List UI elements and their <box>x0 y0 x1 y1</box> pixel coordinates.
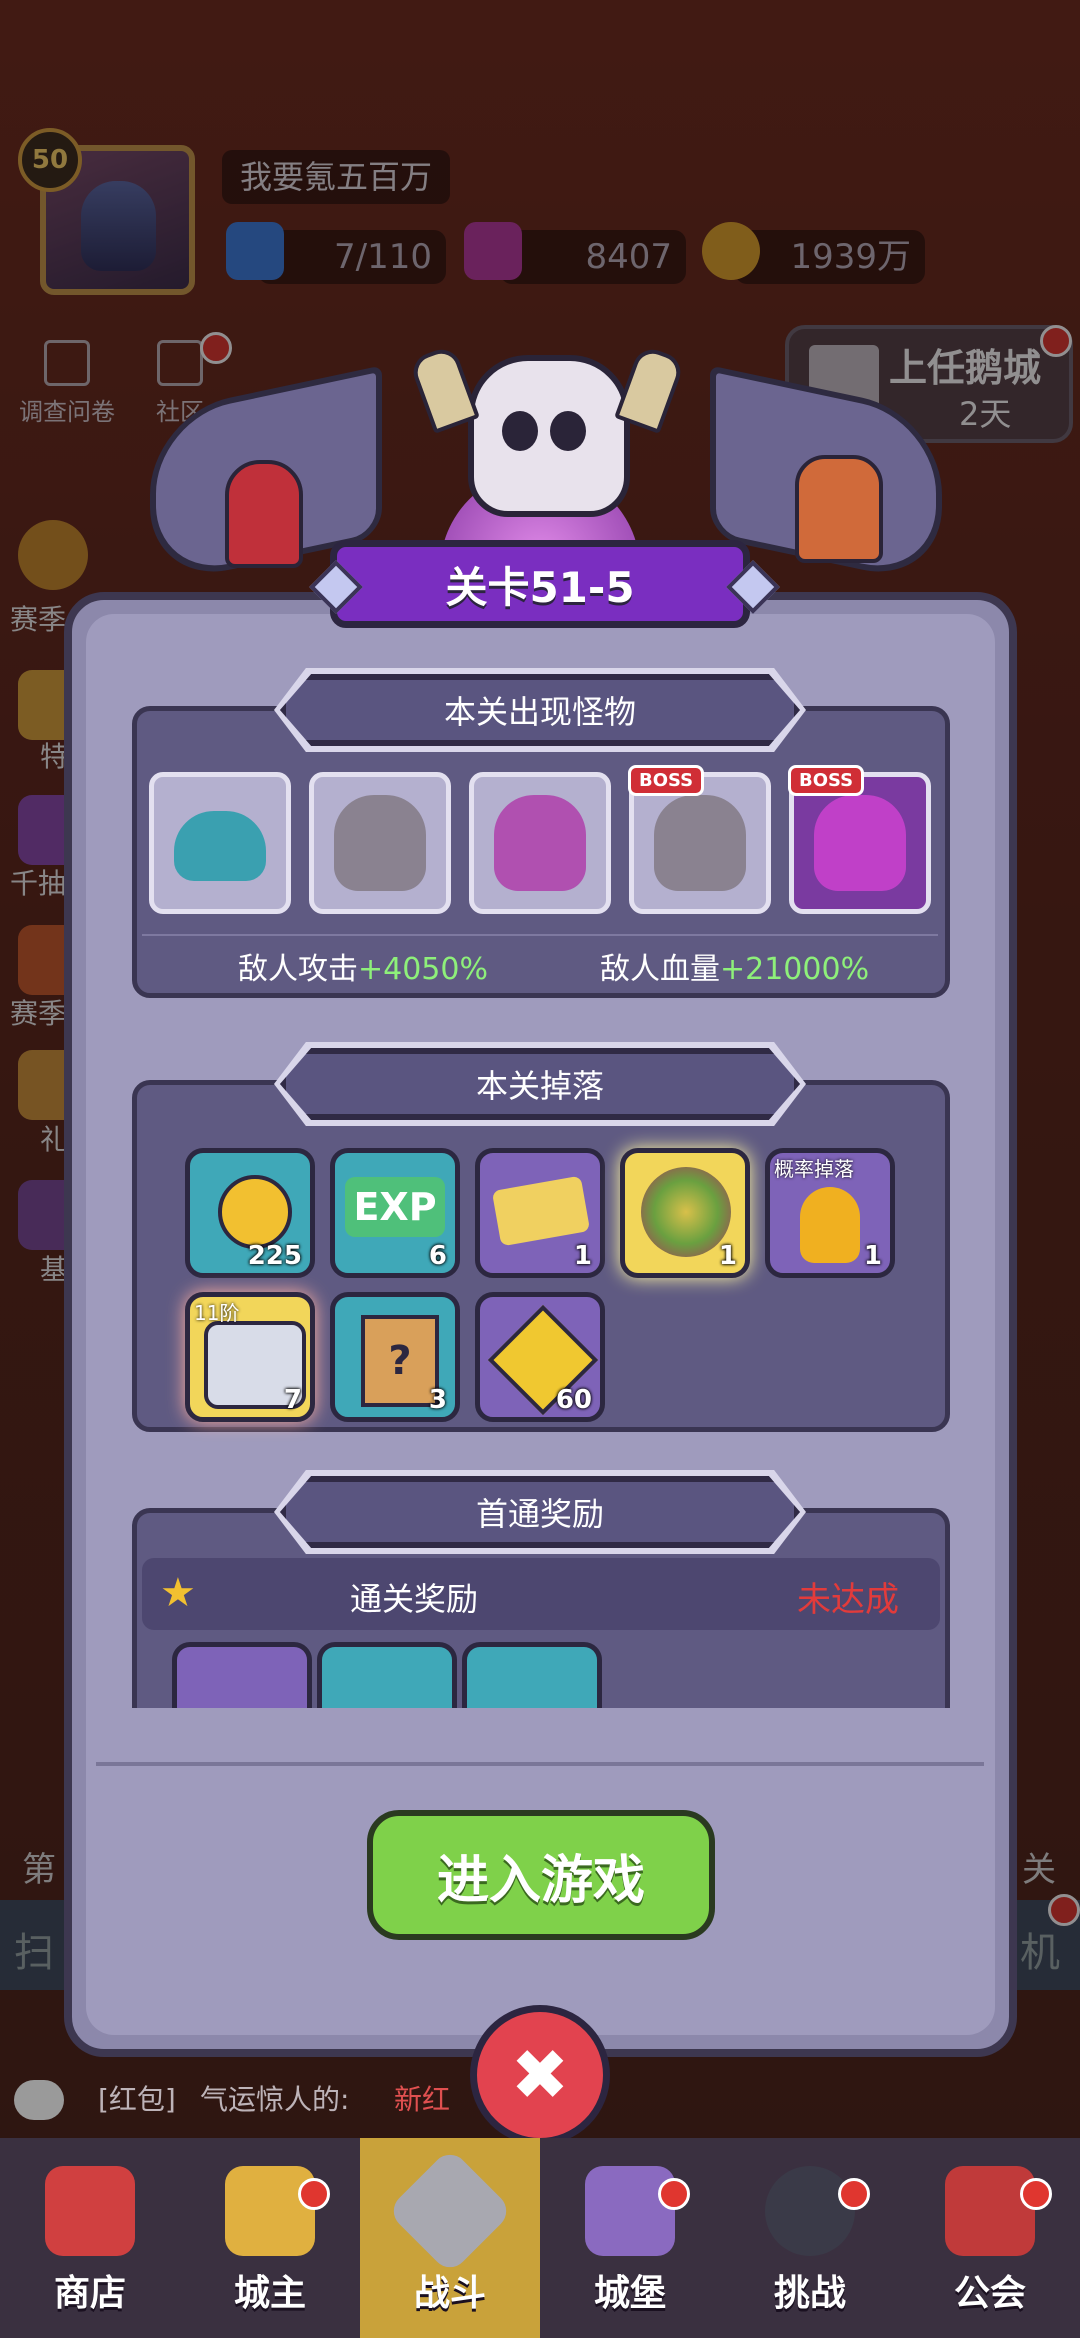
enemy-hp-value: +21000% <box>720 952 870 987</box>
crossed-swords-icon <box>386 2147 514 2275</box>
reward-gold-coin[interactable] <box>317 1642 457 1708</box>
notification-dot <box>298 2178 330 2210</box>
item-count: 6 <box>428 1241 447 1271</box>
notification-dot <box>1020 2178 1052 2210</box>
hooded-mage-figure <box>225 460 303 568</box>
boss-badge: BOSS <box>628 765 705 796</box>
castle-icon <box>585 2166 675 2256</box>
drops-section-title: 本关掉落 <box>280 1048 800 1120</box>
nav-label: 挑战 <box>773 2273 846 2314</box>
nav-label: 商店 <box>53 2273 126 2314</box>
monster-boss-purple-spider[interactable]: BOSS <box>788 765 931 914</box>
drop-item-fire-crystal[interactable]: 概率掉落 1 <box>765 1148 895 1278</box>
nav-label: 战斗 <box>413 2273 486 2314</box>
crown-icon <box>225 2166 315 2256</box>
shop-icon <box>45 2166 135 2256</box>
nav-label: 公会 <box>953 2273 1026 2314</box>
fire-crystal-icon <box>800 1187 860 1263</box>
star-icon: ★ <box>160 1570 196 1616</box>
skull-eye <box>550 411 586 451</box>
purple-spider-icon <box>814 795 906 891</box>
enemy-attack-stat: 敌人攻击+4050% <box>238 944 488 988</box>
gem-pile-icon <box>641 1167 731 1257</box>
enemy-attack-label: 敌人攻击 <box>238 952 358 987</box>
nav-shop[interactable]: 商店 <box>0 2138 180 2338</box>
enemy-hp-stat: 敌人血量+21000% <box>600 944 869 988</box>
enemy-hp-label: 敌人血量 <box>600 952 720 987</box>
first-clear-row-label: 通关奖励 <box>350 1580 479 1618</box>
skull-icon <box>468 355 630 517</box>
nav-battle[interactable]: 战斗 <box>360 2138 540 2338</box>
bottom-nav: 商店 城主 战斗 城堡 挑战 公会 <box>0 2138 1080 2338</box>
monster-horned-knight[interactable] <box>309 772 451 914</box>
chat-text: 气运惊人的: <box>200 2083 350 2116</box>
drop-item-puzzle-piece[interactable]: 60 <box>475 1292 605 1422</box>
monster-purple-spider[interactable] <box>469 772 611 914</box>
drop-item-gem-pile[interactable]: 1 <box>620 1148 750 1278</box>
nav-guild[interactable]: 公会 <box>900 2138 1080 2338</box>
first-clear-status: 未达成 <box>797 1580 899 1620</box>
ticket-icon <box>491 1175 591 1247</box>
probability-drop-tag: 概率掉落 <box>774 1157 854 1181</box>
horned-knight-icon <box>654 795 746 891</box>
item-count: 1 <box>718 1241 737 1271</box>
skull-eye <box>502 411 538 451</box>
drop-item-exp[interactable]: EXP 6 <box>330 1148 460 1278</box>
nav-lord[interactable]: 城主 <box>180 2138 360 2338</box>
reward-puzzle-piece[interactable] <box>172 1642 312 1708</box>
drop-item-scroll[interactable]: ? 3 <box>330 1292 460 1422</box>
chat-prefix: [红包] <box>98 2083 176 2116</box>
slime-icon <box>174 811 266 881</box>
gold-coin-icon <box>218 1175 292 1249</box>
scroll-icon: ? <box>361 1315 439 1407</box>
item-count: 7 <box>283 1385 302 1415</box>
monster-slime[interactable] <box>149 772 291 914</box>
item-count: 1 <box>863 1241 882 1271</box>
chat-highlight: 新红 <box>394 2083 451 2116</box>
reward-scroll[interactable] <box>462 1642 602 1708</box>
purple-spider-icon <box>494 795 586 891</box>
nav-label: 城堡 <box>593 2273 666 2314</box>
horned-knight-icon <box>334 795 426 891</box>
nav-challenge[interactable]: 挑战 <box>720 2138 900 2338</box>
notification-dot <box>658 2178 690 2210</box>
item-count: 3 <box>428 1385 447 1415</box>
drop-item-gold-coin[interactable]: 225 <box>185 1148 315 1278</box>
tier-tag: 11阶 <box>194 1301 240 1325</box>
demon-head-icon <box>765 2166 855 2256</box>
item-count: 60 <box>555 1385 592 1415</box>
exp-icon: EXP <box>345 1177 445 1237</box>
goblin-figure <box>795 455 883 563</box>
divider <box>96 1762 984 1766</box>
monsters-section-title: 本关出现怪物 <box>280 674 800 746</box>
drop-item-treasure-chest[interactable]: 11阶 7 <box>185 1292 315 1422</box>
guild-banner-icon <box>945 2166 1035 2256</box>
monster-boss-horned-knight[interactable]: BOSS <box>628 765 771 914</box>
drop-item-ticket[interactable]: 1 <box>475 1148 605 1278</box>
item-count: 1 <box>573 1241 592 1271</box>
chat-bubble-icon <box>14 2080 64 2120</box>
enter-game-button[interactable]: 进入游戏 <box>367 1810 715 1940</box>
stage-title: 关卡51-5 <box>330 540 750 628</box>
divider <box>142 934 938 936</box>
item-count: 225 <box>247 1241 302 1271</box>
boss-badge: BOSS <box>788 765 865 796</box>
notification-dot <box>838 2178 870 2210</box>
enemy-attack-value: +4050% <box>358 952 488 987</box>
nav-castle[interactable]: 城堡 <box>540 2138 720 2338</box>
nav-label: 城主 <box>233 2273 306 2314</box>
chat-ticker[interactable]: [红包] 气运惊人的: 新红 <box>0 2070 1080 2130</box>
first-clear-section-title: 首通奖励 <box>280 1476 800 1548</box>
